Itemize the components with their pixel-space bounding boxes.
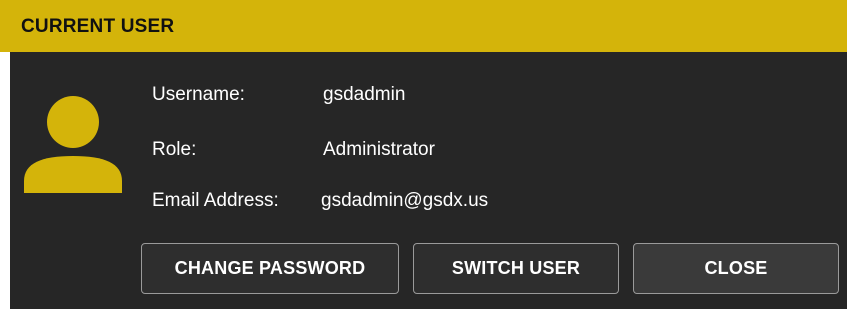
username-label: Username: bbox=[152, 84, 245, 105]
dialog-titlebar: CURRENT USER bbox=[0, 0, 847, 52]
close-button[interactable]: CLOSE bbox=[633, 243, 839, 294]
user-icon bbox=[24, 96, 122, 193]
role-label: Role: bbox=[152, 139, 197, 160]
username-value: gsdadmin bbox=[323, 84, 406, 105]
email-label: Email Address: bbox=[152, 190, 279, 211]
email-value: gsdadmin@gsdx.us bbox=[321, 190, 489, 211]
change-password-button[interactable]: CHANGE PASSWORD bbox=[141, 243, 399, 294]
current-user-dialog: CURRENT USER Username: gsdadmin Role: Ad… bbox=[0, 0, 847, 309]
switch-user-button[interactable]: SWITCH USER bbox=[413, 243, 619, 294]
role-value: Administrator bbox=[323, 139, 435, 160]
dialog-title: CURRENT USER bbox=[21, 16, 175, 37]
